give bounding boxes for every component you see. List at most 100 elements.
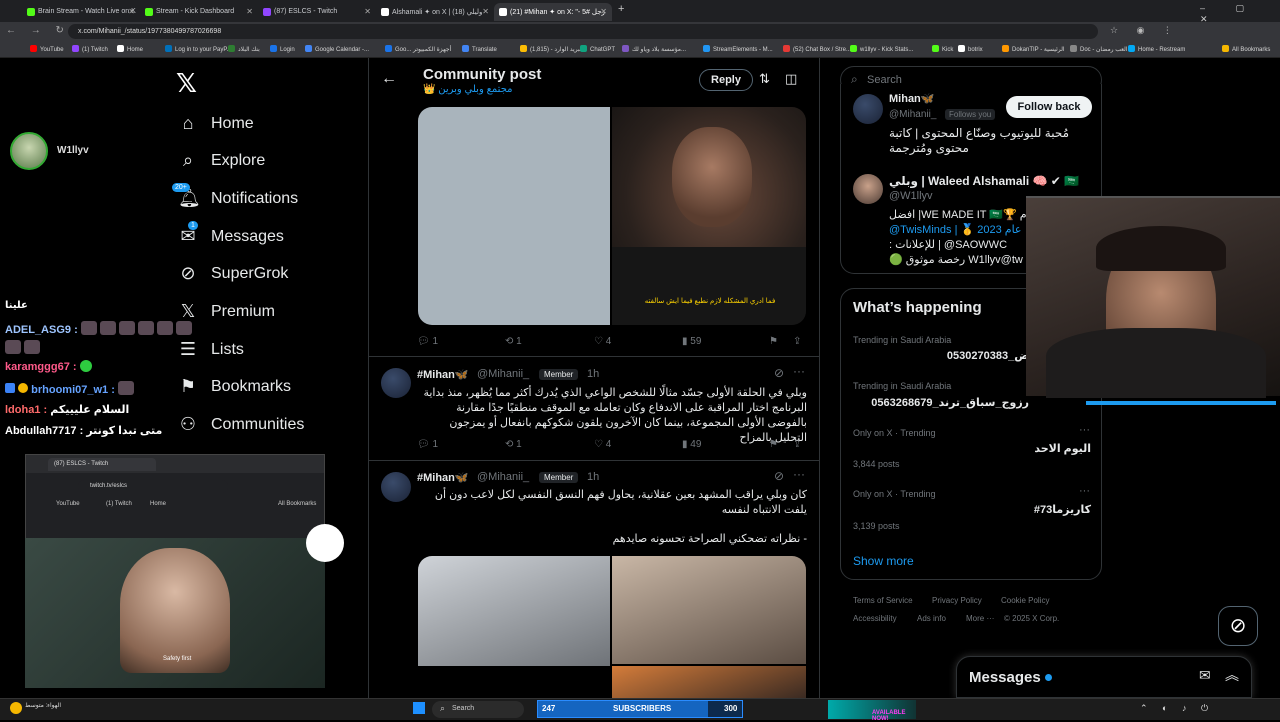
reply-icon[interactable]: 💬︎ 1 bbox=[417, 439, 438, 450]
popup-bookmark[interactable]: YouTube bbox=[56, 501, 80, 507]
share-icon[interactable]: ⇪ bbox=[793, 336, 801, 347]
more-icon[interactable]: ··· bbox=[1079, 485, 1090, 497]
reply-button[interactable]: Reply bbox=[699, 69, 753, 91]
nav-arrows-icon[interactable]: ← → ↻ bbox=[6, 25, 70, 36]
bookmark-item[interactable]: بنك البلاد bbox=[228, 45, 260, 53]
bookmark-item[interactable]: مؤسسة بلاد وياو لك... bbox=[622, 45, 686, 53]
bookmark-icon[interactable]: ⚑ bbox=[769, 336, 778, 347]
author-handle[interactable]: @Mihanii_ bbox=[477, 368, 529, 380]
more-icon[interactable]: ··· bbox=[793, 467, 805, 481]
trend-topic[interactable]: ض_0530270383 bbox=[853, 349, 1029, 362]
close-icon[interactable]: ✕ bbox=[482, 7, 489, 16]
expand-icon[interactable]: ︽ bbox=[1225, 665, 1239, 685]
close-icon[interactable]: ✕ bbox=[364, 7, 371, 16]
post-image[interactable] bbox=[418, 107, 610, 325]
like-icon[interactable]: ♡ 4 bbox=[594, 336, 611, 347]
avatar[interactable] bbox=[853, 94, 883, 124]
community-name[interactable]: مجتمع وبلي وبرين 👑 bbox=[423, 84, 513, 95]
bookmark-item[interactable]: (1) Twitch bbox=[72, 45, 108, 53]
author-handle[interactable]: @Mihanii_ bbox=[477, 471, 529, 483]
bookmark-item[interactable]: StreamElements - M... bbox=[703, 45, 773, 53]
popup-bookmark[interactable]: All Bookmarks bbox=[278, 501, 316, 507]
reply-icon[interactable]: 💬︎ 1 bbox=[417, 336, 438, 347]
post-image[interactable] bbox=[612, 556, 806, 664]
bookmark-item[interactable]: Login bbox=[270, 45, 295, 53]
bookmark-item[interactable]: botrix bbox=[958, 45, 983, 53]
follow-back-button[interactable]: Follow back bbox=[1006, 96, 1092, 118]
browser-tab-active[interactable]: (21) #Mihan ✦ on X: "- 5# رجل ✕ bbox=[494, 3, 612, 21]
extensions-icon[interactable]: ☆ ◉ ⋮ bbox=[1110, 25, 1180, 36]
footer-link[interactable]: Privacy Policy bbox=[932, 596, 982, 605]
repost-icon[interactable]: ⟲ 1 bbox=[505, 336, 522, 347]
bookmark-item[interactable]: w1llyv - Kick Stats... bbox=[850, 45, 913, 53]
avatar[interactable] bbox=[853, 174, 883, 204]
profile-name[interactable]: Mihan🦋 bbox=[889, 92, 934, 105]
popup-bookmark[interactable]: Home bbox=[150, 501, 166, 507]
repost-icon[interactable]: ⟲ 1 bbox=[505, 439, 522, 450]
avatar[interactable] bbox=[381, 368, 411, 398]
grok-bubble[interactable] bbox=[306, 524, 344, 562]
author-name[interactable]: #Mihan🦋 bbox=[417, 471, 469, 484]
url-field[interactable]: x.com/Mihanii_/status/197738049978702669… bbox=[68, 24, 1098, 39]
popup-video[interactable]: Safety first bbox=[25, 538, 325, 688]
bookmark-item[interactable]: (52) Chat Box / Stre... bbox=[783, 45, 851, 53]
bookmark-item[interactable]: YouTube bbox=[30, 45, 64, 53]
share-icon[interactable]: ⇪ bbox=[793, 439, 801, 450]
bookmark-item[interactable]: ChatGPT bbox=[580, 45, 615, 53]
close-icon[interactable]: ✕ bbox=[246, 7, 253, 16]
footer-link[interactable]: Accessibility bbox=[853, 614, 897, 623]
grok-icon[interactable]: ⊘ bbox=[774, 469, 784, 483]
popup-tab[interactable]: (87) ESLCS - Twitch bbox=[48, 458, 156, 471]
browser-tab[interactable]: Stream - Kick Dashboard ✕ bbox=[140, 3, 258, 21]
views-icon[interactable]: ▮ 59 bbox=[682, 336, 701, 347]
browser-tab[interactable]: Brain Stream - Watch Live on K ✕ bbox=[22, 3, 140, 21]
bookmark-item[interactable]: Home bbox=[117, 45, 143, 53]
filter-icon[interactable]: ⇅ bbox=[759, 71, 770, 87]
views-icon[interactable]: ▮ 49 bbox=[682, 439, 701, 450]
bookmark-item[interactable]: Google Calendar -... bbox=[305, 45, 369, 53]
more-icon[interactable]: ··· bbox=[1079, 424, 1090, 436]
reader-view-icon[interactable]: ◫ bbox=[785, 71, 797, 87]
browser-tab[interactable]: Alshamali ✦ on X | وليلي (18) ✕ bbox=[376, 3, 494, 21]
bookmark-item[interactable]: Home - Restream bbox=[1128, 45, 1185, 53]
x-logo-icon[interactable]: 𝕏 bbox=[176, 68, 197, 99]
popup-url[interactable]: twitch.tv/eslcs bbox=[78, 480, 228, 493]
footer-link[interactable]: More ··· bbox=[966, 614, 994, 623]
bookmark-icon[interactable]: ⚑ bbox=[769, 439, 778, 450]
close-icon[interactable]: ✕ bbox=[600, 7, 607, 16]
bookmark-item[interactable]: Doc - العب رمضان bbox=[1070, 45, 1128, 53]
system-tray-icons[interactable]: ⌃ ◐ ♪ ⏻ bbox=[1140, 703, 1214, 714]
profile-name[interactable]: وبلي | Waleed Alshamali 🧠 ✔ 🇸🇦 bbox=[889, 174, 1099, 188]
footer-link[interactable]: Cookie Policy bbox=[1001, 596, 1049, 605]
profile-bio[interactable]: @TwisMinds | 🥇 عام 2023 bbox=[889, 223, 1022, 236]
post-image[interactable] bbox=[612, 666, 806, 698]
trend-topic[interactable]: #كاريزما73 bbox=[853, 503, 1091, 516]
avatar[interactable] bbox=[381, 472, 411, 502]
like-icon[interactable]: ♡ 4 bbox=[594, 439, 611, 450]
trend-topic[interactable]: رزوج_سباق_ترند_0563268679 bbox=[853, 396, 1029, 409]
bookmark-item[interactable]: Log in to your PayP... bbox=[165, 45, 232, 53]
back-arrow-icon[interactable]: ← bbox=[381, 70, 397, 88]
footer-link[interactable]: Terms of Service bbox=[853, 596, 913, 605]
post-image[interactable] bbox=[418, 556, 610, 666]
compose-message-icon[interactable]: ✉ bbox=[1199, 667, 1211, 684]
close-icon[interactable]: ✕ bbox=[128, 7, 135, 16]
profile-handle[interactable]: @W1llyv bbox=[889, 190, 933, 202]
show-more-link[interactable]: Show more bbox=[853, 554, 914, 568]
footer-link[interactable]: Ads info bbox=[917, 614, 946, 623]
bookmark-item[interactable]: All Bookmarks bbox=[1222, 45, 1270, 53]
profile-handle[interactable]: @Mihanii_ bbox=[889, 109, 936, 120]
start-icon[interactable] bbox=[413, 702, 425, 714]
bookmark-item[interactable]: البريد الوارد - (1,815) bbox=[520, 45, 583, 53]
grok-icon[interactable]: ⊘ bbox=[1218, 606, 1258, 646]
bookmark-item[interactable]: Kick bbox=[932, 45, 953, 53]
post-time[interactable]: 1h bbox=[587, 368, 599, 380]
post-time[interactable]: 1h bbox=[587, 471, 599, 483]
grok-icon[interactable]: ⊘ bbox=[774, 366, 784, 380]
bookmark-item[interactable]: Translate bbox=[462, 45, 497, 53]
post-image[interactable]: فما ادري المشكله لازم نطبع فيما ايش سالف… bbox=[612, 107, 806, 325]
bookmark-item[interactable]: Goo... أجهزة الكمبيوتر bbox=[385, 45, 451, 53]
author-name[interactable]: #Mihan🦋 bbox=[417, 368, 469, 381]
more-icon[interactable]: ··· bbox=[793, 364, 805, 378]
new-tab-icon[interactable]: + bbox=[618, 3, 624, 15]
